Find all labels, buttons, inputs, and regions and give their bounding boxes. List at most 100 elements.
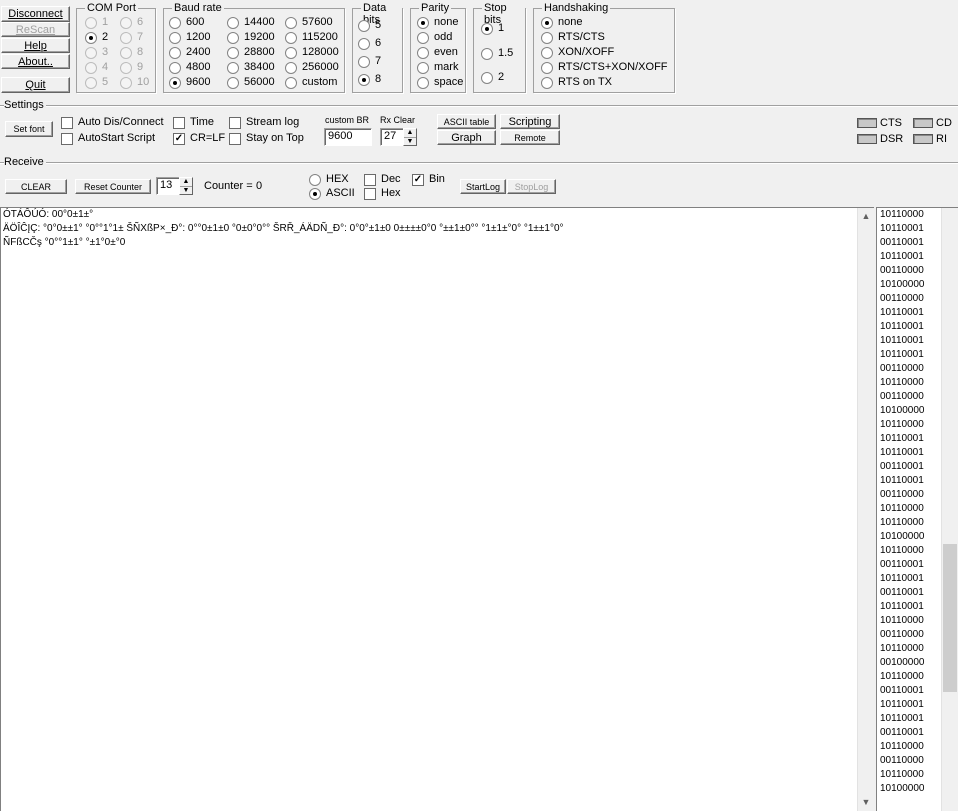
com-port-3[interactable]: 3	[85, 46, 108, 59]
baud-56000[interactable]: 56000	[227, 76, 275, 89]
binary-scrollbar[interactable]	[941, 208, 958, 811]
baud-1200[interactable]: 1200	[169, 31, 210, 44]
autostart-script-checkbox[interactable]: AutoStart Script	[61, 132, 155, 145]
baud-rate-title: Baud rate	[172, 2, 224, 14]
handshake-rts-cts-xon-xoff[interactable]: RTS/CTS+XON/XOFF	[541, 61, 668, 74]
bin-checkbox[interactable]: ✓ Bin	[412, 173, 445, 186]
parity-title: Parity	[419, 2, 452, 14]
spin-down-icon[interactable]: ▼	[180, 186, 192, 194]
data-bits-7[interactable]: 7	[358, 55, 381, 68]
com-port-1[interactable]: 1	[85, 16, 108, 29]
stop-bits-label: 1.5	[498, 47, 514, 59]
baud-custom[interactable]: custom	[285, 76, 337, 89]
handshake-rts-cts[interactable]: RTS/CTS	[541, 31, 605, 44]
data-bits-6[interactable]: 6	[358, 37, 381, 50]
baud-256000[interactable]: 256000	[285, 61, 339, 74]
baud-115200[interactable]: 115200	[285, 31, 338, 44]
parity-space[interactable]: space	[417, 76, 463, 89]
led-icon	[857, 118, 877, 128]
handshake-label: RTS/CTS+XON/XOFF	[558, 61, 668, 73]
data-bits-group: Data bits 5 6 7 8	[352, 2, 403, 93]
parity-odd[interactable]: odd	[417, 31, 452, 44]
rescan-button[interactable]: ReScan	[1, 22, 70, 37]
data-bits-8[interactable]: 8	[358, 73, 381, 86]
com-port-4[interactable]: 4	[85, 61, 108, 74]
baud-14400[interactable]: 14400	[227, 16, 275, 29]
baud-38400[interactable]: 38400	[227, 61, 275, 74]
parity-none[interactable]: none	[417, 16, 458, 29]
counter-spin-input[interactable]: 13	[156, 177, 180, 195]
spin-down-icon[interactable]: ▼	[404, 137, 416, 145]
radio-icon	[285, 16, 297, 29]
dec-checkbox[interactable]: Dec	[364, 173, 401, 186]
remote-button[interactable]: Remote	[500, 130, 560, 145]
com-port-8[interactable]: 8	[120, 46, 143, 59]
com-port-10[interactable]: 10	[120, 76, 149, 89]
stop-bits-2[interactable]: 2	[481, 71, 504, 84]
startlog-button[interactable]: StartLog	[460, 179, 506, 194]
ascii-table-button[interactable]: ASCII table	[437, 114, 496, 129]
baud-28800[interactable]: 28800	[227, 46, 275, 59]
radio-icon	[541, 61, 553, 74]
ascii-radio[interactable]: ASCII	[309, 187, 355, 200]
radio-icon	[309, 173, 321, 186]
custom-br-input[interactable]: 9600	[324, 128, 372, 146]
settings-separator	[0, 105, 958, 107]
data-bits-5[interactable]: 5	[358, 19, 381, 32]
scripting-button[interactable]: Scripting	[500, 114, 560, 129]
checkbox-label: CR=LF	[190, 132, 226, 144]
hex-radio[interactable]: HEX	[309, 173, 349, 186]
radio-icon	[227, 16, 239, 29]
stay-on-top-checkbox[interactable]: Stay on Top	[229, 132, 304, 145]
receive-terminal[interactable]: ÓTÁÔÚÓ: 00°0±1±° ÄÖÎĈĮÇ: °0°0±±1° °0°°1°…	[0, 207, 874, 811]
scroll-thumb[interactable]	[943, 544, 957, 692]
baud-2400[interactable]: 2400	[169, 46, 210, 59]
about-button[interactable]: About..	[1, 54, 70, 69]
baud-9600[interactable]: 9600	[169, 76, 210, 89]
handshake-none[interactable]: none	[541, 16, 582, 29]
rx-clear-spinner[interactable]: ▲ ▼	[403, 128, 417, 146]
time-checkbox[interactable]: Time	[173, 116, 214, 129]
cts-indicator: CTS	[857, 117, 902, 129]
stream-log-checkbox[interactable]: Stream log	[229, 116, 299, 129]
crlf-checkbox[interactable]: ✓ CR=LF	[173, 132, 225, 145]
com-port-5[interactable]: 5	[85, 76, 108, 89]
reset-counter-button[interactable]: Reset Counter	[75, 179, 151, 194]
help-button[interactable]: Help	[1, 38, 70, 53]
radio-icon	[169, 61, 181, 74]
handshake-xon-xoff[interactable]: XON/XOFF	[541, 46, 614, 59]
com-port-7[interactable]: 7	[120, 31, 143, 44]
stop-bits-1-5[interactable]: 1.5	[481, 47, 513, 60]
baud-600[interactable]: 600	[169, 16, 204, 29]
com-port-9[interactable]: 9	[120, 61, 143, 74]
stop-bits-1[interactable]: 1	[481, 22, 504, 35]
counter-spinner[interactable]: ▲ ▼	[179, 177, 193, 195]
quit-button[interactable]: Quit	[1, 77, 70, 93]
set-font-button[interactable]: Set font	[5, 121, 53, 137]
stoplog-button[interactable]: StopLog	[507, 179, 556, 194]
parity-mark[interactable]: mark	[417, 61, 458, 74]
spin-up-icon[interactable]: ▲	[404, 129, 416, 137]
spin-up-icon[interactable]: ▲	[180, 178, 192, 186]
auto-dis-connect-checkbox[interactable]: Auto Dis/Connect	[61, 116, 164, 129]
parity-even[interactable]: even	[417, 46, 458, 59]
hex-checkbox[interactable]: Hex	[364, 187, 401, 200]
handshake-rts-on-tx[interactable]: RTS on TX	[541, 76, 612, 89]
rx-clear-input[interactable]: 27	[380, 128, 404, 146]
scroll-up-icon[interactable]: ▲	[858, 208, 874, 225]
baud-19200[interactable]: 19200	[227, 31, 275, 44]
baud-57600[interactable]: 57600	[285, 16, 333, 29]
clear-button[interactable]: CLEAR	[5, 179, 67, 194]
terminal-scrollbar[interactable]: ▲ ▼	[857, 208, 874, 811]
scroll-down-icon[interactable]: ▼	[858, 794, 874, 811]
baud-4800[interactable]: 4800	[169, 61, 210, 74]
binary-panel[interactable]: 10110000 10110001 00110001 10110001 00110000…	[876, 207, 958, 811]
stop-bits-group: Stop bits 1 1.5 2	[473, 2, 526, 93]
clear-label: CLEAR	[20, 182, 51, 192]
handshake-label: XON/XOFF	[558, 46, 615, 58]
com-port-2[interactable]: 2	[85, 31, 108, 44]
graph-button[interactable]: Graph	[437, 130, 496, 145]
com-port-6[interactable]: 6	[120, 16, 143, 29]
disconnect-button[interactable]: Disconnect	[1, 6, 70, 22]
baud-128000[interactable]: 128000	[285, 46, 339, 59]
